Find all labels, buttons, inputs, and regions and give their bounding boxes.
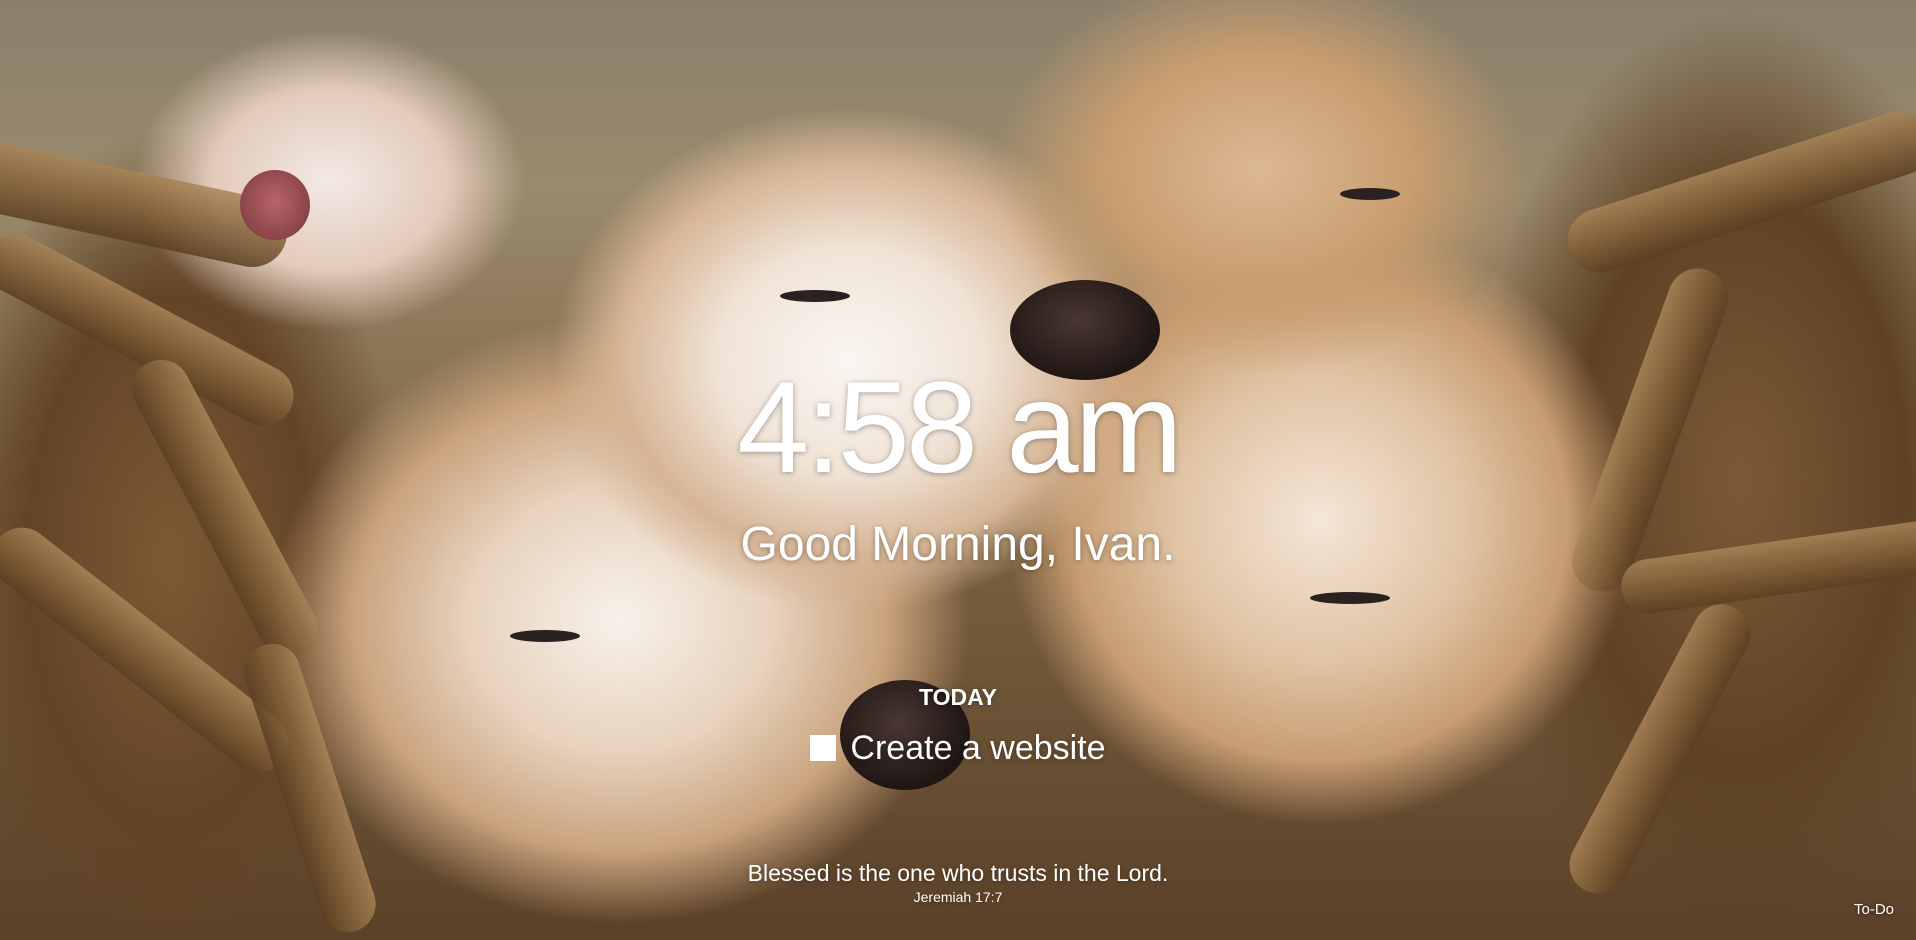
puppy-eye: [780, 290, 850, 302]
quote-source: Jeremiah 17:7: [913, 889, 1003, 905]
greeting-text: Good Morning, Ivan.: [740, 518, 1176, 571]
task-label[interactable]: Create a website: [850, 727, 1105, 769]
puppy-eye: [1310, 592, 1390, 604]
puppy-eye: [1340, 188, 1400, 200]
background-photo: 4:58 am Good Morning, Ivan. TODAY Create…: [0, 0, 1916, 940]
quote-text[interactable]: Blessed is the one who trusts in the Lor…: [0, 859, 1916, 887]
task-checkbox[interactable]: [810, 735, 837, 761]
todo-button[interactable]: To-Do: [1854, 901, 1894, 918]
clock-time: 4:58 am: [737, 354, 1183, 500]
basket-right: [1559, 102, 1916, 282]
focus-task: Create a website: [0, 727, 1916, 769]
puppy-nose: [240, 170, 310, 240]
focus-heading: TODAY: [919, 684, 997, 710]
puppy-eye: [510, 630, 580, 642]
